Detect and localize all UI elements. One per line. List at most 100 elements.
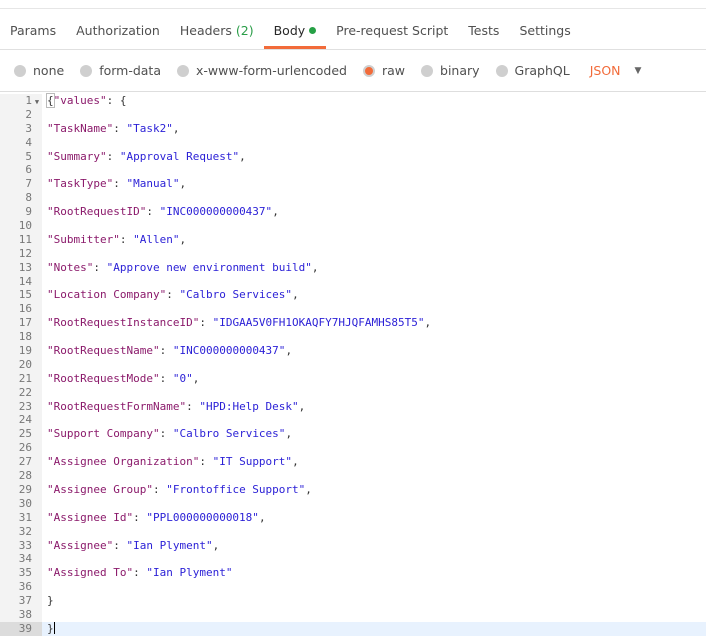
tab-label: Body [273,23,306,38]
request-tabs: Params Authorization Headers (2) Body Pre-re… [0,9,706,50]
line-number: 35 [18,566,32,580]
tab-params[interactable]: Params [0,9,66,49]
punct: : [106,149,120,163]
line-number-gutter: 2 [0,107,42,122]
code-line: 38 [0,607,706,622]
radio-icon[interactable] [80,64,93,77]
code-text: "RootRequestInstanceID": "IDGAA5V0FH1OKA… [42,316,706,330]
top-bar [0,0,706,9]
line-number-gutter: 1 ▼ [0,94,42,108]
code-text: "Assignee Organization": "IT Support", [42,455,706,469]
code-line: 13 "Notes": "Approve new environment buil… [0,260,706,275]
radio-icon[interactable] [495,64,508,77]
line-number-gutter: 11 [0,232,42,247]
json-key: "Submitter" [47,232,120,246]
code-line: 24 [0,413,706,428]
code-line: 29 "Assignee Group": "Frontoffice Support… [0,482,706,497]
json-key: "RootRequestName" [47,344,160,358]
line-number: 31 [18,510,32,524]
json-string: "0" [172,371,193,385]
line-number-gutter: 24 [0,413,42,428]
line-number-gutter: 33 [0,538,42,553]
radio-icon[interactable] [362,64,375,77]
chevron-down-icon[interactable]: ▼ [635,66,642,76]
punct: , [258,510,266,524]
json-key: "RootRequestID" [47,205,147,219]
body-option-form-data[interactable]: form-data [80,63,161,78]
json-string: "Allen" [133,232,180,246]
line-number: 27 [18,455,32,469]
punct: , [285,344,293,358]
code-editor[interactable]: 1 ▼ {"values": {2 3 "TaskName": "Task2", 4 5 "S… [0,93,706,636]
code-line: 37} [0,594,706,608]
code-line: 27 "Assignee Organization": "IT Support", [0,455,706,470]
tab-pre-request-script[interactable]: Pre-request Script [326,9,458,49]
tab-body[interactable]: Body [263,9,327,49]
body-option-binary[interactable]: binary [421,63,480,78]
line-number: 21 [18,371,32,385]
code-line: 14 [0,274,706,289]
tab-authorization[interactable]: Authorization [66,9,170,49]
line-number: 1 [25,94,32,107]
radio-icon[interactable] [177,64,189,77]
punct: : [186,399,200,413]
line-number-gutter: 26 [0,441,42,456]
punct: , [285,427,293,441]
json-key: "Support Company" [47,427,160,441]
body-option-graphql[interactable]: GraphQL [495,63,570,78]
code-line: 26 [0,441,706,456]
code-text: "TaskType": "Manual", [42,177,706,191]
line-number: 9 [25,205,32,219]
line-number: 28 [18,469,32,483]
json-string: "Manual" [126,177,180,191]
body-option-raw[interactable]: raw [362,63,405,78]
line-number: 37 [18,594,32,608]
line-number: 3 [25,121,32,135]
code-line: 17 "RootRequestInstanceID": "IDGAA5V0FH1O… [0,316,706,331]
code-line: 6 [0,163,706,178]
line-number-gutter: 12 [0,246,42,261]
body-option-x-www-form-urlencoded[interactable]: x-www-form-urlencoded [177,63,347,78]
code-text: "Assignee Group": "Frontoffice Support", [42,483,706,497]
line-number-gutter: 5 [0,149,42,164]
line-number-gutter: 35 [0,566,42,581]
radio-icon[interactable] [421,64,434,77]
code-line: 20 [0,357,706,372]
line-number: 2 [25,107,32,121]
code-line: 32 [0,524,706,539]
line-number-gutter: 34 [0,552,42,567]
punct: , [179,232,187,246]
body-option-none[interactable]: none [14,63,64,78]
line-number-gutter: 31 [0,510,42,525]
line-number: 22 [18,385,32,399]
code-line: 22 [0,385,706,400]
code-line: 25 "Support Company": "Calbro Services", [0,427,706,442]
line-number: 30 [18,496,32,510]
punct: , [172,121,180,135]
line-number: 12 [18,246,32,260]
radio-icon[interactable] [14,64,26,77]
json-string: "IT Support" [212,455,293,469]
tab-settings[interactable]: Settings [509,9,580,49]
punct: : [113,538,127,552]
punct: : [199,455,213,469]
json-key: "values" [53,94,107,107]
code-line: 7 "TaskType": "Manual", [0,177,706,192]
language-select[interactable]: JSON [590,63,621,78]
punct: : [199,316,213,330]
code-text: "Support Company": "Calbro Services", [42,427,706,441]
code-line: 28 [0,469,706,483]
line-number-gutter: 32 [0,524,42,539]
tab-headers[interactable]: Headers (2) [170,9,264,49]
body-modified-dot-icon [309,27,317,34]
code-line: 5 "Summary": "Approval Request", [0,149,706,164]
line-number-gutter: 9 [0,205,42,220]
line-number: 10 [18,219,32,233]
text-cursor [53,621,55,634]
tab-tests[interactable]: Tests [458,9,509,49]
